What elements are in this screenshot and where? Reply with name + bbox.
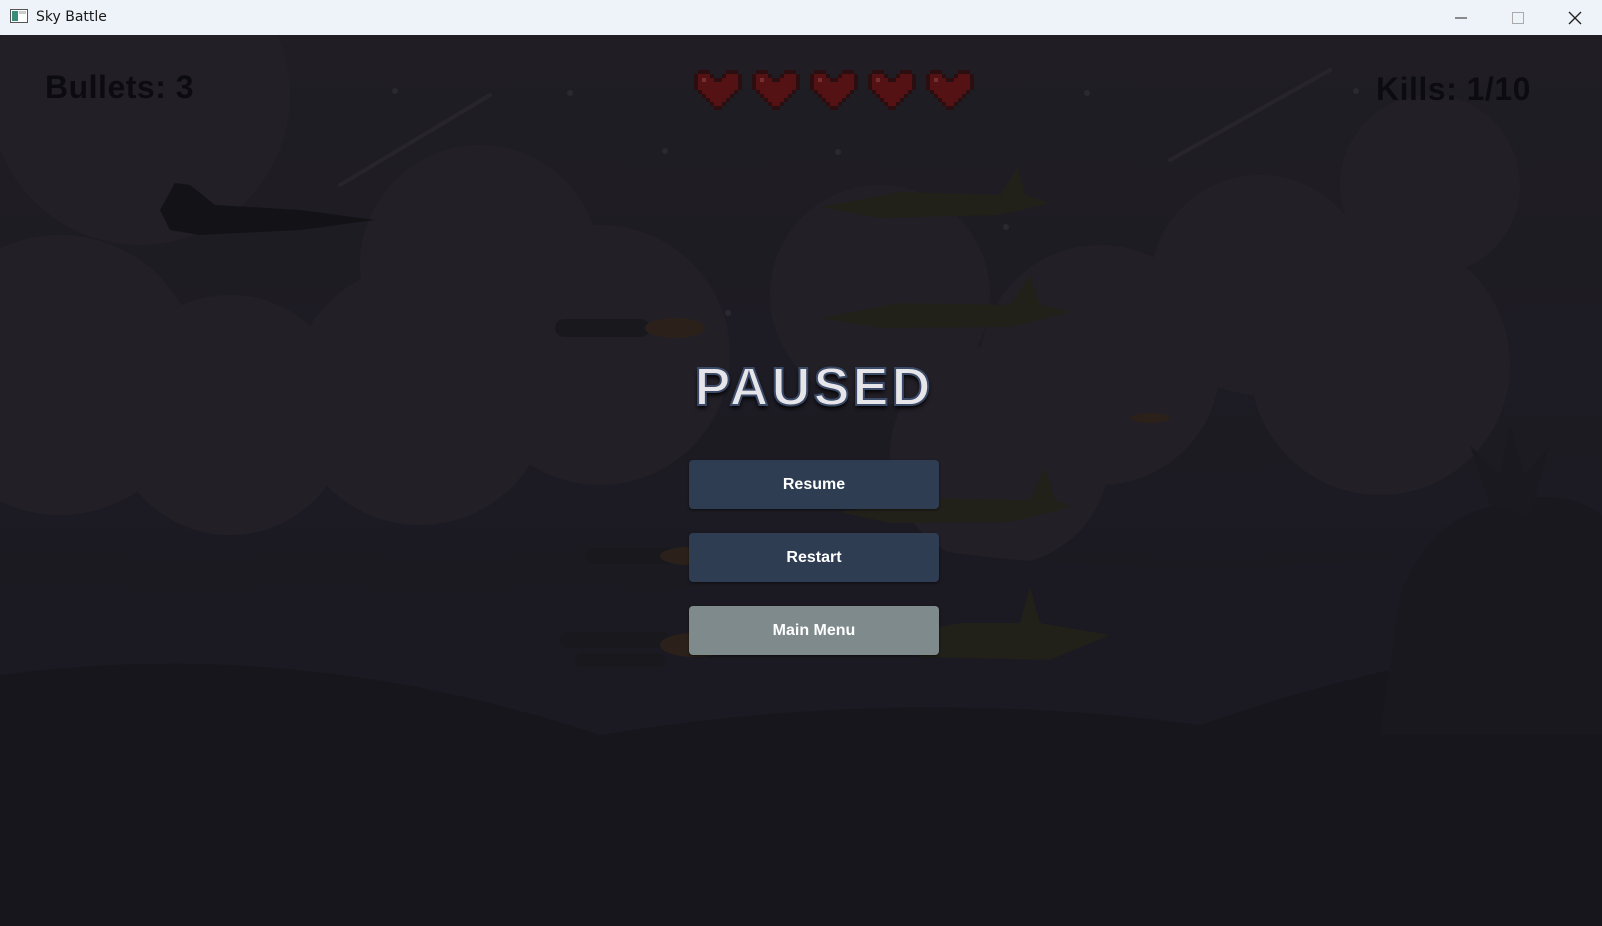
close-icon [1568,11,1582,25]
game-canvas[interactable]: Bullets: 3 Kills: 1/10 PAUSED Resume Res… [0,35,1602,926]
maximize-button[interactable] [1489,0,1547,35]
close-button[interactable] [1546,0,1602,35]
minimize-icon [1455,17,1467,19]
resume-button[interactable]: Resume [689,460,939,509]
maximize-icon [1512,12,1524,24]
title-bar: Sky Battle [0,0,1602,36]
minimize-button[interactable] [1432,0,1490,35]
restart-button[interactable]: Restart [689,533,939,582]
window-title: Sky Battle [36,9,107,25]
app-window-icon [10,9,28,23]
main-menu-button[interactable]: Main Menu [689,606,939,655]
paused-title: PAUSED [693,356,934,418]
